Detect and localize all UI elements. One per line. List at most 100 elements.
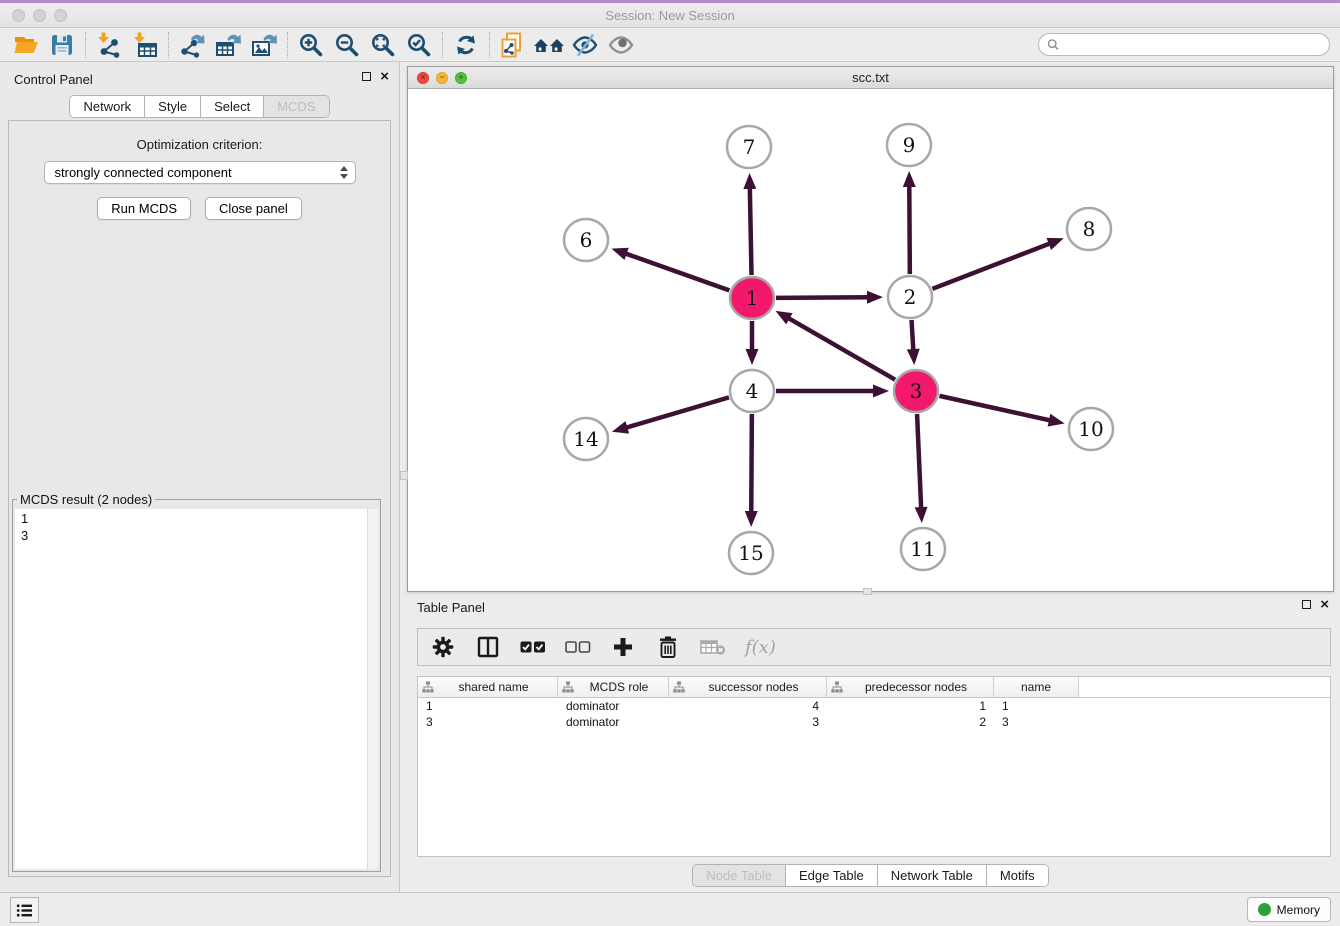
graph-edge-4-15[interactable] bbox=[751, 414, 752, 513]
table-panel: Table Panel × bbox=[407, 596, 1334, 864]
graph-edge-2-3[interactable] bbox=[912, 320, 914, 351]
mcds-result-group: MCDS result (2 nodes) 1 3 bbox=[12, 492, 381, 872]
tab-network-table[interactable]: Network Table bbox=[878, 865, 987, 886]
close-table-panel-icon[interactable]: × bbox=[1320, 599, 1329, 610]
first-neighbors-icon[interactable] bbox=[531, 30, 567, 60]
graph-edge-arrowhead bbox=[915, 507, 928, 523]
open-folder-icon[interactable] bbox=[8, 30, 44, 60]
graph-edge-arrowhead bbox=[1048, 414, 1065, 427]
cell-mcds_role: dominator bbox=[558, 715, 669, 729]
graph-edge-4-14[interactable] bbox=[625, 397, 729, 428]
column-header-label: shared name bbox=[434, 680, 553, 694]
graph-edge-3-11[interactable] bbox=[917, 414, 921, 509]
graph-edge-2-9[interactable] bbox=[909, 185, 910, 274]
close-panel-icon[interactable]: × bbox=[380, 71, 389, 82]
hierarchy-icon bbox=[673, 681, 685, 693]
tab-motifs[interactable]: Motifs bbox=[987, 865, 1048, 886]
control-panel-title: Control Panel bbox=[14, 72, 93, 87]
mcds-result-textarea[interactable]: 1 3 bbox=[15, 509, 378, 869]
column-header-successor_nodes[interactable]: successor nodes bbox=[669, 677, 827, 697]
column-header-shared_name[interactable]: shared name bbox=[418, 677, 558, 697]
hierarchy-icon bbox=[562, 681, 574, 693]
save-icon[interactable] bbox=[44, 30, 80, 60]
dropdown-value: strongly connected component bbox=[55, 165, 232, 180]
tab-node-table[interactable]: Node Table bbox=[693, 865, 786, 886]
select-all-columns-icon[interactable] bbox=[520, 634, 546, 660]
graph-edge-arrowhead bbox=[611, 248, 628, 260]
export-table-icon[interactable] bbox=[210, 30, 246, 60]
search-input[interactable] bbox=[1064, 37, 1321, 52]
menu-list-button[interactable] bbox=[10, 897, 39, 923]
memory-label: Memory bbox=[1277, 903, 1320, 917]
cell-successor_nodes: 3 bbox=[669, 715, 827, 729]
tab-mcds[interactable]: MCDS bbox=[264, 96, 328, 117]
import-network-icon[interactable] bbox=[91, 30, 127, 60]
hide-selected-icon[interactable] bbox=[567, 30, 603, 60]
export-image-icon[interactable] bbox=[246, 30, 282, 60]
clone-network-icon[interactable] bbox=[495, 30, 531, 60]
add-column-icon[interactable] bbox=[610, 634, 636, 660]
cell-name: 1 bbox=[994, 699, 1079, 713]
graph-edge-2-8[interactable] bbox=[932, 243, 1050, 289]
chevron-updown-icon bbox=[340, 166, 348, 179]
table-row[interactable]: 1dominator411 bbox=[418, 698, 1330, 714]
column-header-name[interactable]: name bbox=[994, 677, 1079, 697]
zoom-selected-icon[interactable] bbox=[401, 30, 437, 60]
vertical-splitter-grip[interactable] bbox=[400, 471, 408, 480]
show-all-icon[interactable] bbox=[603, 30, 639, 60]
graph-edge-arrowhead bbox=[612, 421, 629, 433]
run-mcds-button[interactable]: Run MCDS bbox=[97, 197, 191, 220]
tab-select[interactable]: Select bbox=[201, 96, 264, 117]
split-panel-icon[interactable] bbox=[475, 634, 501, 660]
graph-edge-3-10[interactable] bbox=[939, 396, 1050, 421]
horizontal-splitter-grip[interactable] bbox=[863, 588, 872, 595]
delete-column-icon[interactable] bbox=[655, 634, 681, 660]
memory-button[interactable]: Memory bbox=[1247, 897, 1331, 922]
table-tabs: Node Table Edge Table Network Table Moti… bbox=[407, 864, 1334, 887]
control-panel: Control Panel × Network Style Select MCD… bbox=[0, 62, 400, 892]
export-network-icon[interactable] bbox=[174, 30, 210, 60]
column-header-predecessor_nodes[interactable]: predecessor nodes bbox=[827, 677, 994, 697]
zoom-fit-icon[interactable] bbox=[365, 30, 401, 60]
tab-edge-table[interactable]: Edge Table bbox=[786, 865, 878, 886]
graph-node-label: 9 bbox=[903, 133, 916, 157]
graph-node-label: 10 bbox=[1078, 417, 1103, 441]
graph-edge-arrowhead bbox=[1046, 238, 1063, 250]
titlebar: Session: New Session bbox=[0, 0, 1340, 28]
hierarchy-icon bbox=[831, 681, 843, 693]
column-header-mcds_role[interactable]: MCDS role bbox=[558, 677, 669, 697]
column-header-label: name bbox=[998, 680, 1074, 694]
graph-edge-1-2[interactable] bbox=[776, 297, 869, 298]
graph-edge-3-1[interactable] bbox=[788, 318, 895, 380]
graph-node-label: 15 bbox=[738, 541, 763, 565]
mcds-panel-body: Optimization criterion: strongly connect… bbox=[8, 120, 391, 877]
import-table-icon[interactable] bbox=[127, 30, 163, 60]
tab-network[interactable]: Network bbox=[70, 96, 145, 117]
network-canvas[interactable]: 7968124314101511 bbox=[408, 89, 1333, 591]
close-panel-button[interactable]: Close panel bbox=[205, 197, 302, 220]
optimization-criterion-select[interactable]: strongly connected component bbox=[44, 161, 356, 184]
network-window-titlebar[interactable]: × − + scc.txt bbox=[408, 67, 1333, 89]
graph-edge-1-7[interactable] bbox=[750, 187, 752, 275]
table-body: 1dominator4113dominator323 bbox=[418, 698, 1330, 730]
graph-edge-1-6[interactable] bbox=[625, 253, 730, 290]
search-box[interactable] bbox=[1038, 33, 1330, 56]
zoom-out-icon[interactable] bbox=[329, 30, 365, 60]
tab-style[interactable]: Style bbox=[145, 96, 201, 117]
graph-node-label: 3 bbox=[910, 379, 923, 403]
control-panel-tabs: Network Style Select MCDS bbox=[0, 95, 399, 118]
table-row[interactable]: 3dominator323 bbox=[418, 714, 1330, 730]
main-toolbar bbox=[0, 28, 1340, 62]
float-table-panel-icon[interactable] bbox=[1302, 600, 1311, 609]
zoom-in-icon[interactable] bbox=[293, 30, 329, 60]
gear-icon[interactable] bbox=[430, 634, 456, 660]
unselect-all-columns-icon[interactable] bbox=[565, 634, 591, 660]
column-header-label: successor nodes bbox=[685, 680, 822, 694]
float-panel-icon[interactable] bbox=[362, 72, 371, 81]
result-scrollbar[interactable] bbox=[367, 509, 378, 869]
refresh-icon[interactable] bbox=[448, 30, 484, 60]
graph-edge-arrowhead bbox=[873, 385, 889, 398]
graph-node-label: 14 bbox=[573, 427, 598, 451]
list-icon bbox=[16, 903, 33, 918]
toolbar-separator bbox=[287, 32, 288, 58]
